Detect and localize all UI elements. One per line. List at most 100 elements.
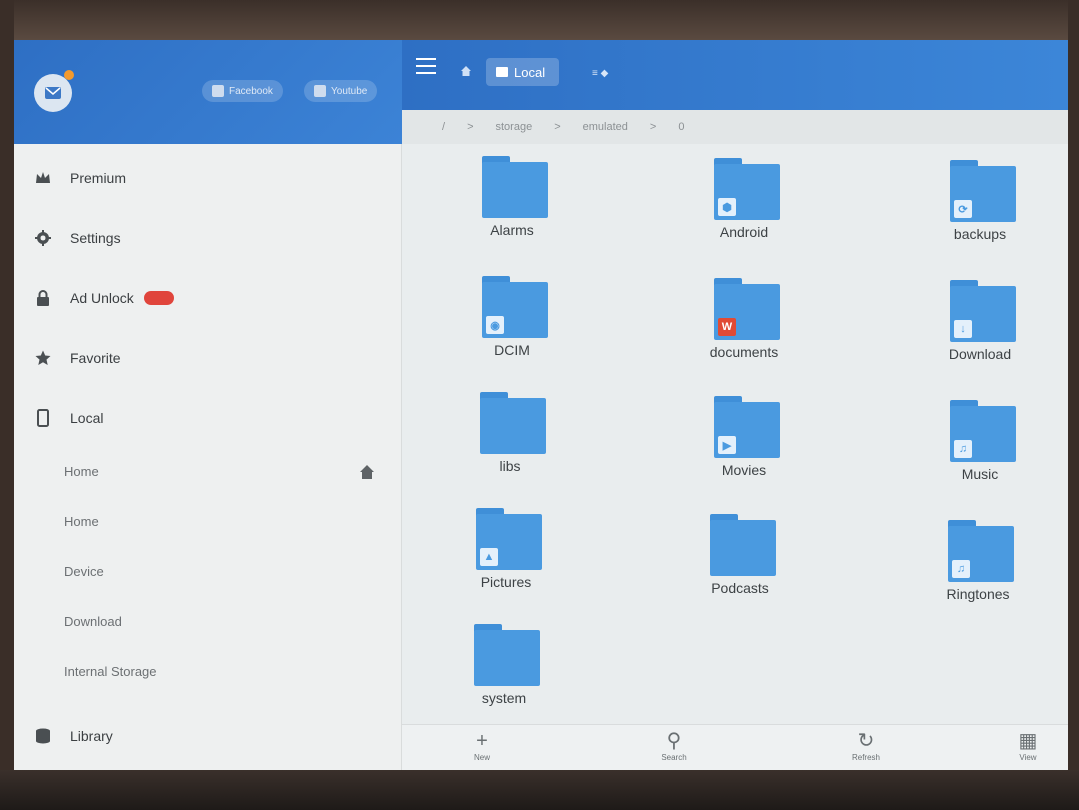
- view-grid-icon: ▦: [1018, 730, 1038, 752]
- folder-documents[interactable]: W documents: [674, 270, 814, 386]
- view-button[interactable]: ▦ View: [988, 729, 1068, 762]
- folder-icon: ⬢: [714, 158, 780, 220]
- folder-icon: [710, 514, 776, 576]
- drawer-item-library[interactable]: Library: [14, 708, 402, 764]
- refresh-button[interactable]: ↻ Refresh: [826, 729, 906, 762]
- folder-icon: ▶: [714, 396, 780, 458]
- folder-label: Ringtones: [946, 586, 1010, 602]
- drawer-item-ad-unlock[interactable]: Ad Unlock: [14, 270, 402, 326]
- folder-label: DCIM: [494, 342, 530, 358]
- wps-office-icon: W: [718, 318, 736, 336]
- folder-icon: ♫: [948, 520, 1014, 582]
- search-icon: ⚲: [666, 730, 682, 752]
- folder-icon: ↓: [950, 280, 1016, 342]
- lock-icon: [37, 290, 49, 306]
- breadcrumb-separator: >: [649, 121, 657, 133]
- device-bezel-bottom: [0, 770, 1079, 810]
- drawer-item-local[interactable]: Local: [14, 390, 402, 446]
- breadcrumb-separator: >: [554, 121, 561, 133]
- home-icon[interactable]: [460, 65, 472, 77]
- folder-ringtones[interactable]: ♫ Ringtones: [908, 512, 1048, 628]
- device-bezel-left: [0, 0, 14, 810]
- folder-download[interactable]: ↓ Download: [910, 272, 1050, 388]
- breadcrumb-0[interactable]: 0: [678, 121, 684, 133]
- local-item-device[interactable]: Device: [14, 546, 402, 596]
- folder-grid: Alarms ⬢ Android ⟳ backups ◉ DCIM W docu…: [402, 144, 1068, 724]
- folder-system[interactable]: system: [434, 616, 574, 732]
- new-badge: [143, 291, 174, 305]
- folder-music[interactable]: ♫ Music: [910, 392, 1050, 508]
- folder-icon: [474, 624, 540, 686]
- folder-alarms[interactable]: Alarms: [442, 148, 582, 264]
- drawer-item-label: Ad Unlock: [70, 290, 134, 306]
- folder-label: documents: [709, 344, 779, 360]
- image-icon: ▲: [480, 548, 498, 566]
- play-icon: ▶: [718, 436, 736, 454]
- folder-label: system: [481, 690, 527, 706]
- folder-movies[interactable]: ▶ Movies: [674, 388, 814, 504]
- local-item-download[interactable]: Download: [14, 596, 402, 646]
- home-pin-icon[interactable]: [359, 464, 375, 480]
- folder-podcasts[interactable]: Podcasts: [670, 506, 810, 622]
- folder-libs[interactable]: libs: [440, 384, 580, 500]
- breadcrumb-root[interactable]: /: [442, 121, 445, 133]
- tablet-screen: Facebook Youtube Premium Settings Ad Unl…: [14, 40, 1068, 770]
- new-button[interactable]: + New: [442, 729, 522, 762]
- camera-icon: ◉: [486, 316, 504, 334]
- music-note-icon: ♫: [952, 560, 970, 578]
- new-label: New: [473, 753, 490, 762]
- folder-icon: W: [714, 278, 780, 340]
- drawer-item-favorite[interactable]: Favorite: [14, 330, 402, 386]
- drawer-item-label: Library: [70, 728, 113, 744]
- folder-icon: ◉: [482, 276, 548, 338]
- folder-dcim[interactable]: ◉ DCIM: [442, 268, 582, 384]
- folder-backups[interactable]: ⟳ backups: [910, 152, 1050, 268]
- youtube-label: Youtube: [331, 85, 368, 97]
- phone-icon: [37, 409, 49, 427]
- folder-label: libs: [499, 458, 521, 474]
- storage-icon: [496, 67, 508, 77]
- drawer-header: Facebook Youtube: [14, 40, 402, 144]
- folder-icon: ♫: [950, 400, 1016, 462]
- breadcrumb-storage[interactable]: storage: [496, 121, 533, 133]
- folder-pictures[interactable]: ▲ Pictures: [436, 500, 576, 616]
- breadcrumb-emulated[interactable]: emulated: [583, 121, 628, 133]
- mail-icon: [45, 87, 61, 99]
- local-item-home[interactable]: Home: [14, 446, 402, 496]
- breadcrumb: / > storage > emulated > 0: [402, 110, 1068, 144]
- facebook-button[interactable]: Facebook: [202, 80, 283, 102]
- search-label: Search: [661, 753, 687, 762]
- menu-icon[interactable]: [416, 58, 436, 79]
- stack-icon: [36, 728, 50, 744]
- drawer-item-premium[interactable]: Premium: [14, 150, 402, 206]
- android-icon: ⬢: [718, 198, 736, 216]
- folder-label: Podcasts: [711, 580, 769, 596]
- plus-icon: +: [476, 730, 488, 752]
- device-bezel-top: [0, 0, 1079, 40]
- drawer-item-label: Settings: [70, 230, 121, 246]
- facebook-icon: [212, 85, 224, 97]
- local-item-home-2[interactable]: Home: [14, 496, 402, 546]
- toolbar: Local ≡ ◆: [402, 40, 1068, 110]
- folder-icon: ⟳: [950, 160, 1016, 222]
- folder-label: Pictures: [480, 574, 532, 590]
- facebook-label: Facebook: [229, 85, 273, 97]
- gear-icon: [35, 230, 51, 246]
- view-label: View: [1019, 753, 1037, 762]
- folder-android[interactable]: ⬢ Android: [674, 150, 814, 266]
- tab-overflow-icon[interactable]: ≡ ◆: [592, 68, 608, 79]
- tab-local[interactable]: Local: [486, 58, 560, 86]
- local-item-internal-storage[interactable]: Internal Storage: [14, 646, 402, 696]
- drawer-item-settings[interactable]: Settings: [14, 210, 402, 266]
- youtube-button[interactable]: Youtube: [304, 80, 378, 102]
- download-icon: ↓: [954, 320, 972, 338]
- youtube-icon: [314, 85, 326, 97]
- star-icon: [35, 350, 51, 365]
- search-button[interactable]: ⚲ Search: [634, 729, 714, 762]
- folder-icon: ▲: [476, 508, 542, 570]
- device-bezel-right: [1068, 0, 1079, 810]
- tab-label: Local: [514, 64, 546, 80]
- navigation-drawer: Facebook Youtube Premium Settings Ad Unl…: [14, 40, 402, 770]
- folder-icon: [482, 156, 548, 218]
- folder-label: Android: [719, 224, 769, 240]
